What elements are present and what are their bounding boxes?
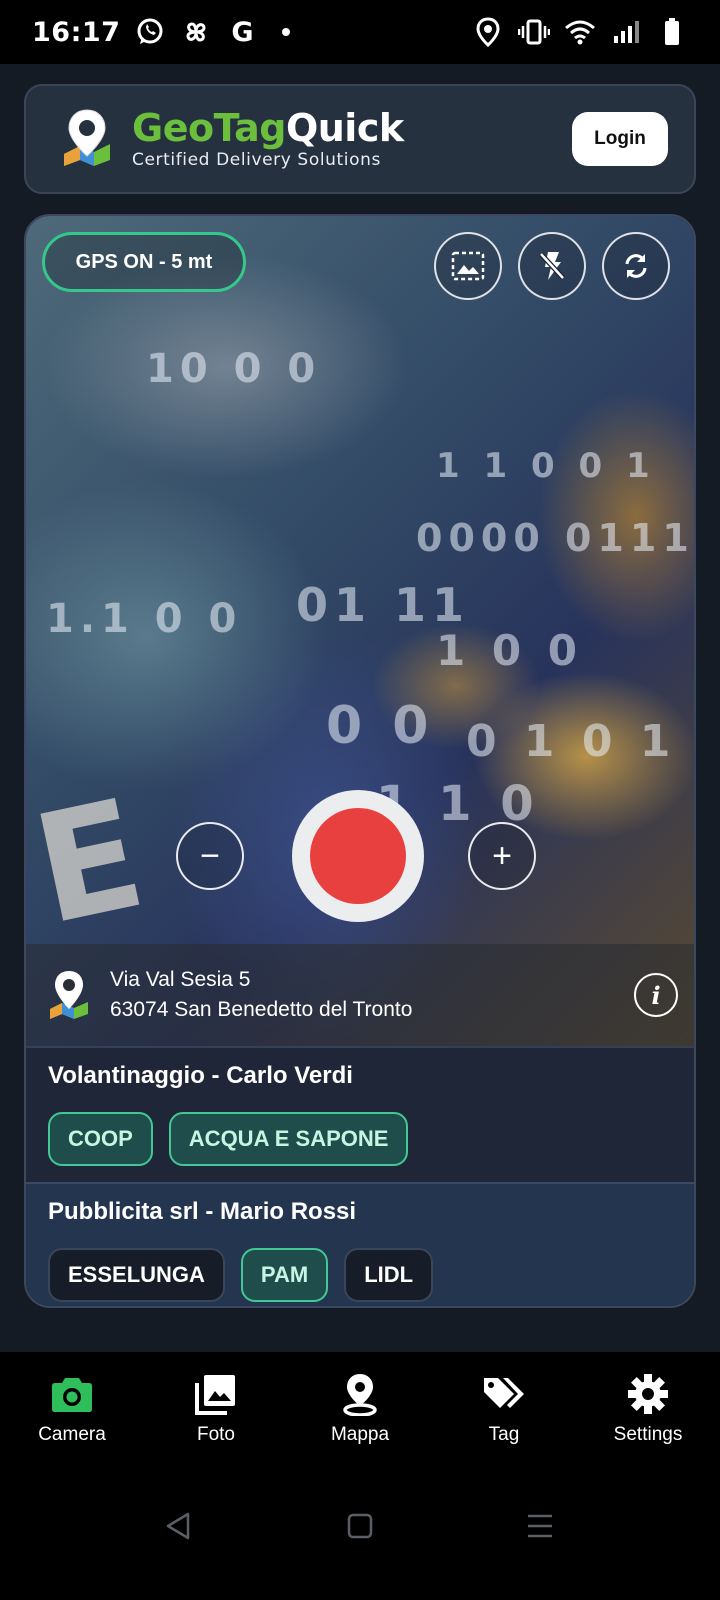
address-bar: Via Val Sesia 5 63074 San Benedetto del … <box>26 944 694 1046</box>
system-navigation-bar <box>0 1462 720 1600</box>
map-pin-icon <box>338 1372 382 1416</box>
tag-chip-pam[interactable]: PAM <box>240 1248 329 1302</box>
tag-chip-coop[interactable]: COOP <box>48 1112 153 1166</box>
record-icon <box>310 808 406 904</box>
info-button[interactable]: i <box>634 973 678 1017</box>
zoom-out-button[interactable]: − <box>176 822 244 890</box>
frame-toggle-button[interactable] <box>434 232 502 300</box>
wifi-icon <box>564 16 596 48</box>
nav-label-settings: Settings <box>613 1424 683 1445</box>
home-icon <box>347 1513 373 1539</box>
shutter-button[interactable] <box>292 790 424 922</box>
camera-icon <box>50 1372 94 1416</box>
flash-off-icon <box>539 252 565 280</box>
bottom-navigation: Camera Foto Mappa Tag Settings <box>0 1352 720 1462</box>
login-button[interactable]: Login <box>572 112 668 166</box>
minus-icon: − <box>200 837 220 875</box>
client-section: Volantinaggio - Carlo Verdi COOP ACQUA E… <box>26 1046 694 1182</box>
tag-list: COOP ACQUA E SAPONE <box>48 1112 676 1166</box>
tag-chip-lidl[interactable]: LIDL <box>344 1248 434 1302</box>
recents-button[interactable] <box>520 1506 560 1546</box>
nav-label-tag: Tag <box>488 1424 520 1445</box>
address-text: Via Val Sesia 5 63074 San Benedetto del … <box>110 968 412 1022</box>
client-name: Volantinaggio - Carlo Verdi <box>48 1062 353 1089</box>
brand: GeoTagQuick Certified Delivery Solutions <box>132 108 404 170</box>
status-bar: 16:17 G <box>0 0 720 64</box>
location-pin-icon <box>50 971 88 1019</box>
location-icon <box>472 16 504 48</box>
battery-icon <box>656 16 688 48</box>
status-bar-left: 16:17 G <box>32 16 291 48</box>
tag-list: ESSELUNGA PAM LIDL <box>48 1248 676 1302</box>
nav-item-foto[interactable]: Foto <box>156 1372 276 1446</box>
plus-icon: + <box>492 837 512 875</box>
nav-label-camera: Camera <box>38 1424 106 1445</box>
geotag-logo-icon <box>64 109 110 166</box>
gear-icon <box>626 1372 670 1416</box>
brand-name-part2: Quick <box>285 106 404 150</box>
signal-icon <box>610 16 642 48</box>
nav-item-tag[interactable]: Tag <box>444 1372 564 1446</box>
vibrate-icon <box>518 16 550 48</box>
zoom-in-button[interactable]: + <box>468 822 536 890</box>
app-header: GeoTagQuick Certified Delivery Solutions… <box>24 84 696 194</box>
app-page: GeoTagQuick Certified Delivery Solutions… <box>0 64 720 1352</box>
camera-viewfinder[interactable]: 10 0 0 1 1 0 0 1 0000 0111 01 11 1.1 0 0… <box>26 216 694 1046</box>
status-bar-right <box>472 16 688 48</box>
back-button[interactable] <box>158 1506 198 1546</box>
tag-chip-acqua-e-sapone[interactable]: ACQUA E SAPONE <box>168 1112 409 1166</box>
tag-icon <box>482 1372 526 1416</box>
brand-name-part1: GeoTag <box>132 106 286 150</box>
home-button[interactable] <box>340 1506 380 1546</box>
nav-item-settings[interactable]: Settings <box>588 1372 708 1446</box>
address-city: 63074 San Benedetto del Tronto <box>110 998 413 1021</box>
whatsapp-icon <box>134 16 166 48</box>
status-time: 16:17 <box>32 16 121 48</box>
pinwheel-icon <box>180 16 212 48</box>
brand-tagline: Certified Delivery Solutions <box>132 150 381 170</box>
nav-label-foto: Foto <box>196 1424 236 1445</box>
nav-item-mappa[interactable]: Mappa <box>300 1372 420 1446</box>
address-street: Via Val Sesia 5 <box>110 968 251 991</box>
camera-card: 10 0 0 1 1 0 0 1 0000 0111 01 11 1.1 0 0… <box>24 214 696 1308</box>
recents-icon <box>528 1514 552 1538</box>
gps-status-badge: GPS ON - 5 mt <box>42 232 246 292</box>
nav-label-mappa: Mappa <box>330 1424 390 1445</box>
flash-toggle-button[interactable] <box>518 232 586 300</box>
client-name: Pubblicita srl - Mario Rossi <box>48 1198 357 1225</box>
client-section: Pubblicita srl - Mario Rossi ESSELUNGA P… <box>26 1182 694 1306</box>
gallery-icon <box>194 1372 238 1416</box>
brand-name: GeoTagQuick <box>132 108 404 148</box>
nav-item-camera[interactable]: Camera <box>12 1372 132 1446</box>
google-icon: G <box>231 16 254 48</box>
notification-dot <box>282 28 291 36</box>
switch-camera-button[interactable] <box>602 232 670 300</box>
switch-camera-icon <box>625 254 647 278</box>
back-icon <box>166 1512 190 1540</box>
tag-chip-esselunga[interactable]: ESSELUNGA <box>48 1248 225 1302</box>
screen-frame-icon <box>451 251 485 281</box>
